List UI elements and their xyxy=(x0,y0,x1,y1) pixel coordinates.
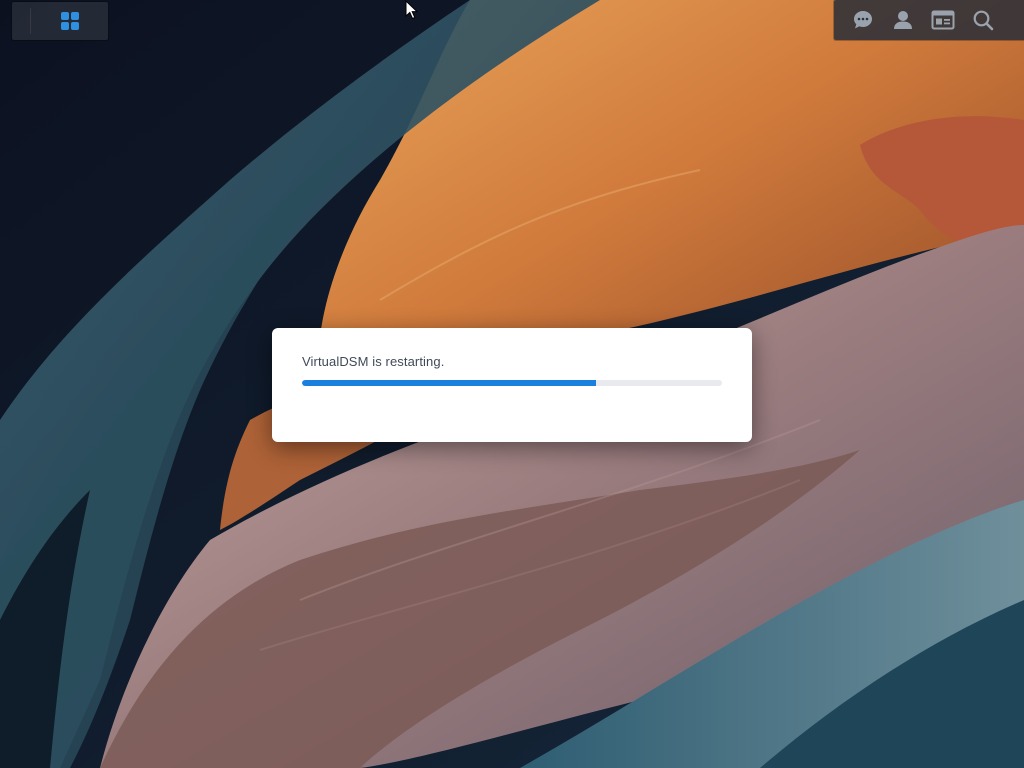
restart-progress-bar xyxy=(302,380,722,386)
widgets-icon xyxy=(931,10,955,30)
user-icon xyxy=(894,11,912,29)
taskbar-tray xyxy=(834,0,1024,40)
search-button[interactable] xyxy=(963,0,1003,40)
chat-icon xyxy=(854,11,872,29)
widgets-button[interactable] xyxy=(923,0,963,40)
restart-message: VirtualDSM is restarting. xyxy=(302,354,445,369)
mouse-cursor-icon xyxy=(405,0,419,20)
main-menu-button[interactable] xyxy=(32,2,108,40)
restart-dialog: VirtualDSM is restarting. xyxy=(272,328,752,442)
taskbar-left xyxy=(12,2,108,40)
grid-icon xyxy=(61,12,79,30)
restart-progress-fill xyxy=(302,380,596,386)
search-icon xyxy=(973,10,994,31)
taskbar-divider xyxy=(30,8,31,34)
user-menu-button[interactable] xyxy=(883,0,923,40)
notifications-button[interactable] xyxy=(843,0,883,40)
desktop: VirtualDSM is restarting. xyxy=(0,0,1024,768)
